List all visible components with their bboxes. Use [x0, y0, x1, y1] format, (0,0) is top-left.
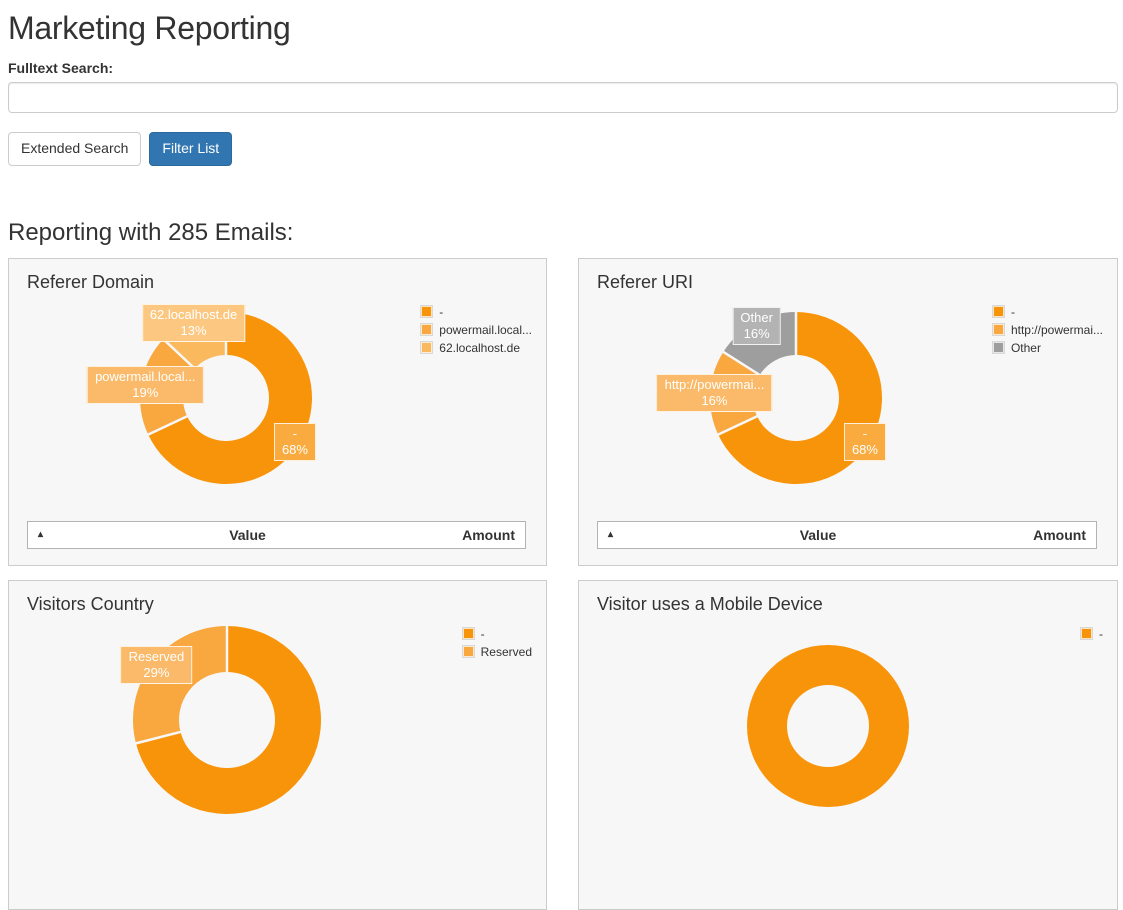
legend-swatch-icon [420, 341, 433, 354]
legend-item[interactable]: - [462, 627, 532, 641]
panel-visitors-country: Visitors CountryReserved29%-Reserved [8, 580, 547, 910]
legend-label: - [481, 627, 485, 641]
marketing-reporting-page: Marketing Reporting Fulltext Search: Ext… [0, 10, 1123, 910]
slice-label-percent: 19% [95, 385, 195, 401]
legend-label: - [1011, 305, 1015, 319]
legend-swatch-icon [992, 341, 1005, 354]
slice-label-name: Other [740, 310, 773, 325]
table-header: ▴ValueAmount [597, 521, 1097, 549]
slice-label-name: powermail.local... [95, 369, 195, 384]
panel-title: Referer URI [597, 272, 693, 293]
legend-label: Reserved [481, 645, 532, 659]
slice-label: Reserved29% [121, 646, 193, 684]
chart-legend: - http://powermai... Other [992, 305, 1103, 359]
sort-caret-icon[interactable]: ▴ [598, 530, 632, 540]
legend-swatch-icon [1080, 627, 1093, 640]
donut-chart-visitor-uses-a-mobile-device[interactable] [745, 643, 911, 809]
slice-label-percent: 16% [740, 326, 773, 342]
filter-list-button[interactable]: Filter List [149, 132, 232, 166]
legend-item[interactable]: http://powermai... [992, 323, 1103, 337]
slice-label: http://powermai...16% [657, 374, 773, 412]
slice-label-name: Reserved [129, 649, 185, 664]
fulltext-search-input[interactable] [8, 82, 1118, 113]
legend-label: http://powermai... [1011, 323, 1103, 337]
legend-label: - [439, 305, 443, 319]
chart-legend: - Reserved [462, 627, 532, 663]
slice-label: 62.localhost.de13% [142, 304, 245, 342]
legend-item[interactable]: - [420, 305, 532, 319]
slice-label-name: - [293, 426, 297, 441]
column-header-value[interactable]: Value [632, 527, 1004, 543]
legend-label: 62.localhost.de [439, 341, 520, 355]
legend-item[interactable]: - [992, 305, 1103, 319]
slice-label-percent: 13% [150, 323, 237, 339]
legend-swatch-icon [462, 645, 475, 658]
legend-item[interactable]: powermail.local... [420, 323, 532, 337]
legend-swatch-icon [462, 627, 475, 640]
chart-legend: - [1080, 627, 1103, 645]
slice-label: Other16% [732, 307, 781, 345]
legend-item[interactable]: - [1080, 627, 1103, 641]
legend-swatch-icon [992, 305, 1005, 318]
chart-legend: - powermail.local... 62.localhost.de [420, 305, 532, 359]
slice-label-name: - [863, 426, 867, 441]
slice-label-percent: 29% [129, 665, 185, 681]
legend-item[interactable]: Reserved [462, 645, 532, 659]
slice-label-percent: 68% [282, 442, 308, 458]
legend-swatch-icon [420, 323, 433, 336]
legend-swatch-icon [420, 305, 433, 318]
slice-label-name: 62.localhost.de [150, 307, 237, 322]
slice-label: -68% [844, 423, 886, 461]
slice-label: powermail.local...19% [87, 366, 203, 404]
slice-label: -68% [274, 423, 316, 461]
sort-caret-icon[interactable]: ▴ [28, 530, 62, 540]
extended-search-button[interactable]: Extended Search [8, 132, 141, 166]
table-header: ▴ValueAmount [27, 521, 526, 549]
page-title: Marketing Reporting [8, 10, 1118, 47]
panel-title: Visitor uses a Mobile Device [597, 594, 823, 615]
donut-slice[interactable] [767, 665, 889, 787]
fulltext-search-label: Fulltext Search: [8, 60, 1118, 76]
legend-item[interactable]: 62.localhost.de [420, 341, 532, 355]
column-header-amount[interactable]: Amount [433, 527, 525, 543]
reporting-heading: Reporting with 285 Emails: [8, 219, 1118, 247]
slice-label-percent: 16% [665, 393, 765, 409]
legend-swatch-icon [992, 323, 1005, 336]
panel-referer-uri: Referer URI-68%http://powermai...16%Othe… [578, 258, 1118, 566]
legend-item[interactable]: Other [992, 341, 1103, 355]
legend-label: - [1099, 627, 1103, 641]
legend-label: powermail.local... [439, 323, 532, 337]
report-panels-grid: Referer Domain-68%powermail.local...19%6… [8, 258, 1118, 910]
slice-label-percent: 68% [852, 442, 878, 458]
panel-referer-domain: Referer Domain-68%powermail.local...19%6… [8, 258, 547, 566]
column-header-amount[interactable]: Amount [1004, 527, 1096, 543]
column-header-value[interactable]: Value [62, 527, 433, 543]
legend-label: Other [1011, 341, 1041, 355]
search-buttons-row: Extended Search Filter List [8, 132, 1118, 166]
panel-title: Referer Domain [27, 272, 154, 293]
panel-visitor-uses-a-mobile-device: Visitor uses a Mobile Device - [578, 580, 1118, 910]
donut-slice[interactable] [133, 626, 227, 743]
panel-title: Visitors Country [27, 594, 154, 615]
slice-label-name: http://powermai... [665, 377, 765, 392]
